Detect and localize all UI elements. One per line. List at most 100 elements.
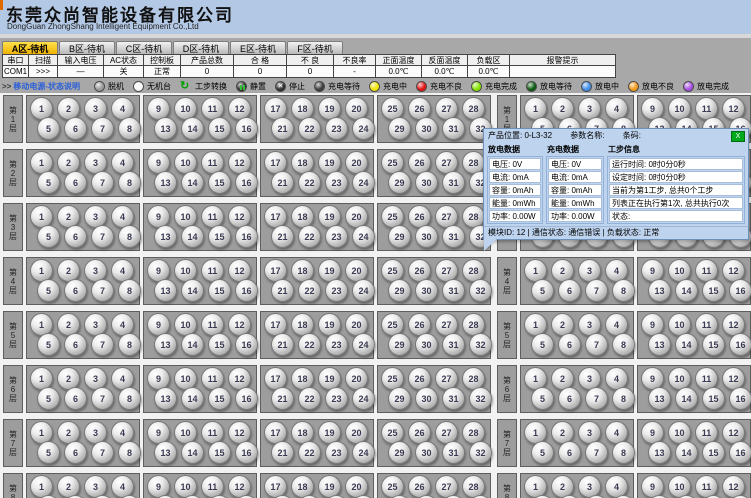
channel-button[interactable]: 8 xyxy=(118,225,141,248)
channel-button[interactable]: 16 xyxy=(235,441,258,464)
channel-button[interactable]: 24 xyxy=(352,333,375,356)
channel-button[interactable]: 5 xyxy=(37,171,60,194)
channel-button[interactable]: 8 xyxy=(612,441,635,464)
channel-button[interactable]: 6 xyxy=(64,333,87,356)
channel-button[interactable]: 32 xyxy=(469,441,492,464)
channel-button[interactable]: 7 xyxy=(91,117,114,140)
channel-button[interactable]: 31 xyxy=(442,441,465,464)
channel-button[interactable]: 6 xyxy=(64,279,87,302)
channel-button[interactable]: 14 xyxy=(181,225,204,248)
channel-button[interactable]: 7 xyxy=(585,387,608,410)
legend-title-link[interactable]: 移动电源-状态说明 xyxy=(13,81,80,92)
channel-button[interactable]: 31 xyxy=(442,117,465,140)
channel-button[interactable]: 22 xyxy=(298,117,321,140)
tab-zone-f[interactable]: F区-待机 xyxy=(287,41,343,55)
popup-close-button[interactable]: X xyxy=(731,131,745,142)
channel-button[interactable]: 31 xyxy=(442,171,465,194)
channel-button[interactable]: 24 xyxy=(352,225,375,248)
channel-button[interactable]: 8 xyxy=(118,117,141,140)
channel-button[interactable]: 29 xyxy=(388,171,411,194)
channel-button[interactable]: 5 xyxy=(37,225,60,248)
channel-button[interactable]: 23 xyxy=(325,171,348,194)
channel-button[interactable]: 14 xyxy=(675,333,698,356)
channel-button[interactable]: 13 xyxy=(154,387,177,410)
channel-button[interactable]: 13 xyxy=(154,333,177,356)
channel-button[interactable]: 13 xyxy=(154,171,177,194)
channel-button[interactable]: 32 xyxy=(469,333,492,356)
channel-button[interactable]: 21 xyxy=(271,225,294,248)
channel-button[interactable]: 15 xyxy=(208,279,231,302)
channel-button[interactable]: 8 xyxy=(118,171,141,194)
channel-button[interactable]: 14 xyxy=(181,171,204,194)
channel-button[interactable]: 23 xyxy=(325,279,348,302)
channel-button[interactable]: 8 xyxy=(118,333,141,356)
channel-button[interactable]: 32 xyxy=(469,387,492,410)
channel-button[interactable]: 15 xyxy=(208,333,231,356)
channel-button[interactable]: 15 xyxy=(208,225,231,248)
channel-button[interactable]: 7 xyxy=(91,333,114,356)
channel-button[interactable]: 8 xyxy=(118,441,141,464)
channel-button[interactable]: 5 xyxy=(37,387,60,410)
channel-button[interactable]: 23 xyxy=(325,387,348,410)
channel-button[interactable]: 6 xyxy=(64,441,87,464)
channel-button[interactable]: 13 xyxy=(648,441,671,464)
channel-button[interactable]: 24 xyxy=(352,279,375,302)
channel-button[interactable]: 8 xyxy=(612,279,635,302)
channel-button[interactable]: 7 xyxy=(91,441,114,464)
channel-button[interactable]: 29 xyxy=(388,333,411,356)
channel-button[interactable]: 22 xyxy=(298,387,321,410)
channel-button[interactable]: 24 xyxy=(352,117,375,140)
channel-button[interactable]: 29 xyxy=(388,279,411,302)
channel-button[interactable]: 5 xyxy=(531,333,554,356)
channel-button[interactable]: 14 xyxy=(675,387,698,410)
channel-button[interactable]: 22 xyxy=(298,279,321,302)
channel-button[interactable]: 23 xyxy=(325,117,348,140)
channel-button[interactable]: 30 xyxy=(415,117,438,140)
channel-button[interactable]: 22 xyxy=(298,225,321,248)
channel-button[interactable]: 8 xyxy=(118,279,141,302)
channel-button[interactable]: 21 xyxy=(271,171,294,194)
channel-button[interactable]: 30 xyxy=(415,387,438,410)
channel-button[interactable]: 6 xyxy=(558,441,581,464)
channel-button[interactable]: 13 xyxy=(154,441,177,464)
channel-button[interactable]: 6 xyxy=(64,171,87,194)
channel-button[interactable]: 14 xyxy=(675,279,698,302)
channel-button[interactable]: 8 xyxy=(612,387,635,410)
tab-zone-e[interactable]: E区-待机 xyxy=(230,41,286,55)
channel-button[interactable]: 5 xyxy=(37,279,60,302)
channel-button[interactable]: 21 xyxy=(271,333,294,356)
channel-button[interactable]: 30 xyxy=(415,171,438,194)
channel-button[interactable]: 5 xyxy=(531,387,554,410)
channel-button[interactable]: 21 xyxy=(271,441,294,464)
channel-button[interactable]: 31 xyxy=(442,225,465,248)
channel-button[interactable]: 13 xyxy=(648,279,671,302)
channel-button[interactable]: 6 xyxy=(64,387,87,410)
channel-button[interactable]: 22 xyxy=(298,333,321,356)
channel-button[interactable]: 6 xyxy=(558,387,581,410)
channel-button[interactable]: 16 xyxy=(729,279,751,302)
channel-button[interactable]: 31 xyxy=(442,279,465,302)
channel-button[interactable]: 31 xyxy=(442,333,465,356)
channel-button[interactable]: 14 xyxy=(181,333,204,356)
tab-zone-a[interactable]: A区-待机 xyxy=(2,41,58,55)
channel-button[interactable]: 29 xyxy=(388,117,411,140)
channel-button[interactable]: 16 xyxy=(729,441,751,464)
channel-button[interactable]: 14 xyxy=(181,441,204,464)
channel-button[interactable]: 24 xyxy=(352,387,375,410)
channel-button[interactable]: 16 xyxy=(235,387,258,410)
channel-button[interactable]: 6 xyxy=(64,225,87,248)
channel-button[interactable]: 16 xyxy=(729,387,751,410)
channel-button[interactable]: 5 xyxy=(37,441,60,464)
channel-button[interactable]: 22 xyxy=(298,171,321,194)
channel-button[interactable]: 13 xyxy=(154,117,177,140)
channel-button[interactable]: 30 xyxy=(415,225,438,248)
channel-button[interactable]: 30 xyxy=(415,441,438,464)
channel-button[interactable]: 7 xyxy=(585,279,608,302)
channel-button[interactable]: 16 xyxy=(235,333,258,356)
channel-button[interactable]: 7 xyxy=(585,441,608,464)
channel-button[interactable]: 32 xyxy=(469,279,492,302)
channel-button[interactable]: 29 xyxy=(388,225,411,248)
channel-button[interactable]: 30 xyxy=(415,333,438,356)
channel-button[interactable]: 15 xyxy=(208,387,231,410)
channel-button[interactable]: 15 xyxy=(702,279,725,302)
